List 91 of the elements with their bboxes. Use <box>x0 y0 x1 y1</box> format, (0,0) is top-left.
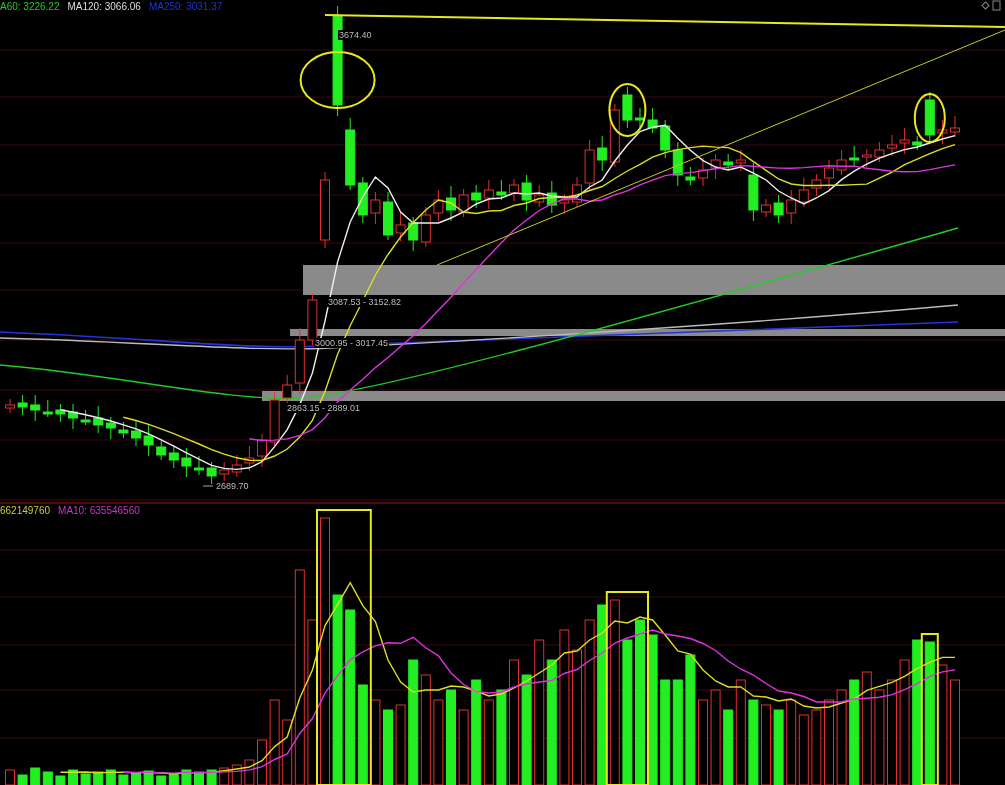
candle <box>572 176 582 208</box>
candle <box>80 409 91 426</box>
volume-bar <box>118 774 129 785</box>
candle <box>723 153 734 171</box>
candle <box>521 174 532 212</box>
candle <box>483 179 494 210</box>
volume-bar <box>168 773 179 785</box>
volume-bar <box>30 767 41 785</box>
volume-bar <box>105 769 116 785</box>
candle <box>420 206 431 248</box>
candle <box>685 166 696 186</box>
candle <box>458 188 469 218</box>
volume-bar <box>143 770 154 785</box>
candle <box>17 394 28 416</box>
volume-bar <box>80 773 91 785</box>
candle <box>370 191 381 225</box>
candle <box>5 398 15 414</box>
candle <box>836 149 847 176</box>
candle <box>849 145 860 167</box>
volume-bar <box>55 775 66 785</box>
candle <box>105 416 116 440</box>
candle <box>471 184 482 209</box>
candle <box>206 461 217 485</box>
volume-legend-label: 662149760 <box>0 505 51 516</box>
volume-bar <box>206 769 217 785</box>
volume-bar <box>156 775 167 785</box>
candle <box>861 148 872 168</box>
candle <box>156 440 167 461</box>
candle <box>408 216 419 252</box>
candle <box>68 403 78 430</box>
candle <box>168 444 179 469</box>
candle <box>887 134 897 157</box>
ma-legend-label: MA250: 3031.37 <box>148 1 223 12</box>
candle <box>55 403 66 423</box>
candle <box>433 189 444 222</box>
candle <box>761 198 771 218</box>
candle <box>647 107 658 134</box>
candle <box>660 119 671 159</box>
candle <box>194 455 204 476</box>
candle <box>509 178 519 202</box>
candle <box>546 180 557 214</box>
zone-label: 3087.53 - 3152.82 <box>327 297 403 307</box>
volume-bar <box>131 772 141 785</box>
candle <box>824 159 834 190</box>
volume-bar <box>42 771 53 785</box>
candle <box>559 193 570 215</box>
candle <box>899 127 910 155</box>
candle <box>383 191 393 241</box>
candle <box>118 421 129 439</box>
candle <box>773 194 784 224</box>
ma-legend-label: A60: 3226.22 <box>0 1 60 12</box>
candle <box>622 86 633 129</box>
candle <box>131 420 141 447</box>
candle <box>748 162 759 222</box>
candle <box>786 189 797 225</box>
candle <box>244 445 255 472</box>
low-price-label: 2689.70 <box>215 481 250 491</box>
high-price-label: 3674.40 <box>338 30 373 40</box>
highlight-ellipse <box>913 93 946 143</box>
candle <box>937 119 948 145</box>
volume-bar <box>93 771 104 785</box>
candle <box>534 184 545 208</box>
candle <box>672 141 683 187</box>
highlight-ellipse <box>608 83 647 137</box>
volume-bar <box>181 769 192 785</box>
candle <box>698 157 708 187</box>
candle <box>269 391 280 448</box>
candle <box>93 405 104 434</box>
volume-bar <box>17 774 28 785</box>
ma-legend-label: MA120: 3066.06 <box>67 1 141 12</box>
candle <box>496 179 507 201</box>
candle <box>257 433 267 468</box>
candle <box>143 423 154 457</box>
candle <box>735 149 746 172</box>
candle <box>395 212 406 242</box>
zone-label: 2863.15 - 2889.01 <box>286 403 362 413</box>
candle <box>446 185 456 222</box>
candle <box>811 173 822 197</box>
volume-bar <box>68 769 78 785</box>
volume-bar <box>194 771 204 785</box>
window-square-icon[interactable] <box>992 0 1001 11</box>
candle <box>181 447 192 478</box>
candle <box>874 141 885 163</box>
volume-legend-label: MA10: 635546560 <box>58 505 140 516</box>
candle <box>584 139 595 192</box>
candle <box>635 107 645 130</box>
candle <box>710 153 721 180</box>
candle <box>798 177 809 208</box>
zone-label: 3000.95 - 3017.45 <box>314 338 390 348</box>
candle <box>231 454 242 478</box>
candle <box>950 115 960 138</box>
